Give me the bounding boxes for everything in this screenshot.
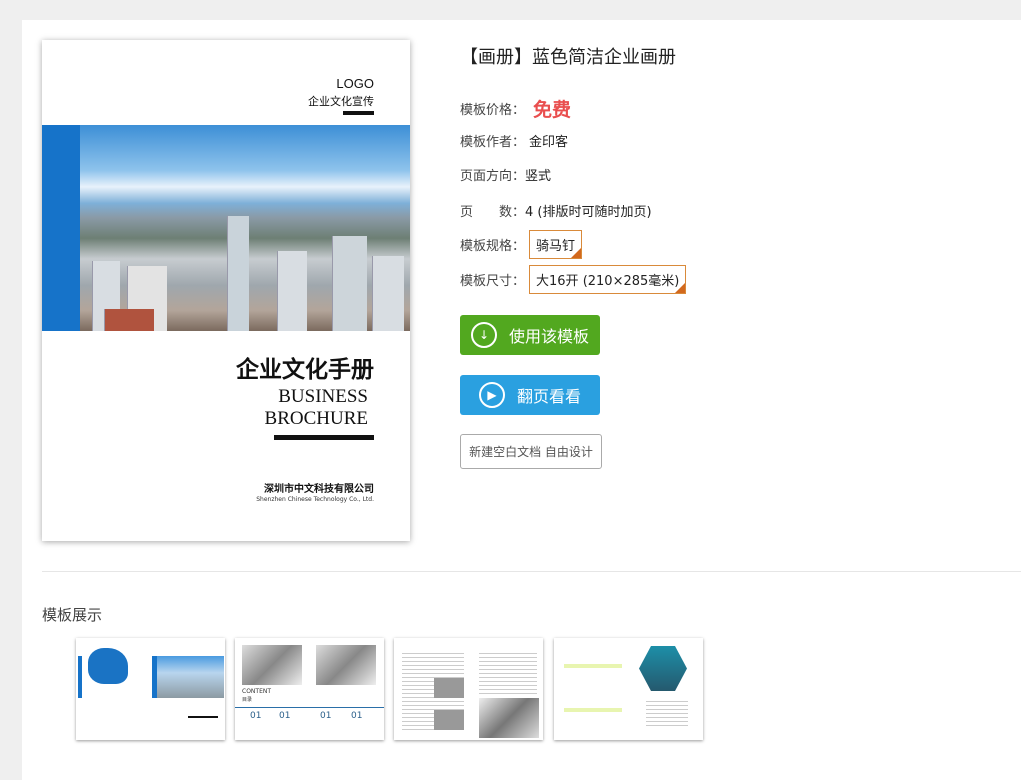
size-row: 模板尺寸： 大16开 (210×285毫米) <box>460 265 687 294</box>
cover-city-photo <box>42 125 410 331</box>
spec-row: 模板规格： 骑马钉 <box>460 230 583 259</box>
spec-option[interactable]: 骑马钉 <box>529 230 583 259</box>
cover-title: 企业文化手册 <box>236 357 374 383</box>
cover-bar <box>343 111 374 115</box>
cover-preview[interactable]: LOGO 企业文化宣传 企业文化手册 BUSINESS BROCHURE 深圳市中… <box>42 40 410 541</box>
author-row: 模板作者： 金印客 <box>460 135 569 150</box>
price-value: 免费 <box>533 99 572 121</box>
showcase-thumb-4[interactable] <box>554 638 703 740</box>
cover-bar-bottom <box>274 435 374 440</box>
size-option[interactable]: 大16开 (210×285毫米) <box>529 265 687 294</box>
flip-preview-button[interactable]: ▶ 翻页看看 <box>460 375 600 415</box>
orientation-row: 页面方向： 竖式 <box>460 169 552 184</box>
use-template-button[interactable]: ↓ 使用该模板 <box>460 315 600 355</box>
cover-blue-strip <box>42 125 80 331</box>
cover-company: 深圳市中文科技有限公司 <box>264 484 374 495</box>
showcase-thumb-1[interactable] <box>76 638 225 740</box>
showcase-thumb-3[interactable] <box>394 638 543 740</box>
pages-row: 页 数： 4 (排版时可随时加页) <box>460 205 652 220</box>
play-icon: ▶ <box>478 382 505 408</box>
price-row: 模板价格： 免费 <box>460 95 571 122</box>
divider <box>42 571 1021 572</box>
cover-company-en: Shenzhen Chinese Technology Co., Ltd. <box>256 496 374 503</box>
cover-logo: LOGO <box>336 76 374 91</box>
template-title: 【画册】蓝色简洁企业画册 <box>460 47 676 68</box>
showcase-thumb-2[interactable]: CONTENT 目录 01 01 01 01 <box>235 638 384 740</box>
cover-english-title: BUSINESS BROCHURE <box>264 386 368 429</box>
download-icon: ↓ <box>470 322 497 348</box>
showcase-title: 模板展示 <box>42 606 103 624</box>
new-blank-document-button[interactable]: 新建空白文档 自由设计 <box>460 434 602 469</box>
cover-slogan: 企业文化宣传 <box>308 95 374 108</box>
